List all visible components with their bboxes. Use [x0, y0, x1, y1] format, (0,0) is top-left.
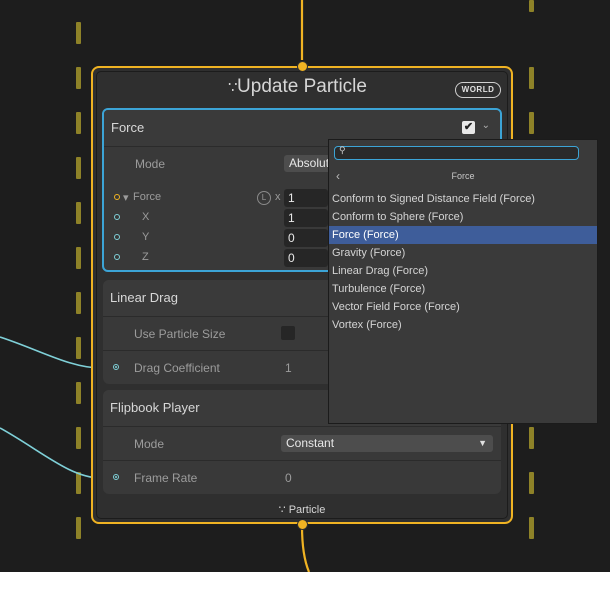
menu-item[interactable]: Vortex (Force) — [329, 316, 597, 334]
x-label: X — [142, 211, 150, 223]
search-input[interactable]: ⚲ — [334, 145, 579, 160]
expand-triangle-icon[interactable]: ▾ — [123, 191, 129, 204]
frame-rate-row: Frame Rate 0 — [103, 460, 501, 494]
menu-list: Conform to Signed Distance Field (Force)… — [329, 190, 597, 334]
force-label: Force — [133, 191, 162, 203]
y-field[interactable]: 0 — [284, 229, 328, 247]
drag-coefficient-value: 1 — [285, 361, 292, 375]
menu-item[interactable]: Conform to Signed Distance Field (Force) — [329, 190, 597, 208]
node-title: Update Particle — [237, 76, 367, 97]
frame-rate-port[interactable] — [113, 474, 119, 480]
particles-icon: ∵ — [278, 504, 289, 516]
x-port[interactable] — [114, 214, 120, 220]
menu-item[interactable]: Vector Field Force (Force) — [329, 298, 597, 316]
mode-label: Mode — [135, 157, 166, 171]
y-label: Y — [142, 231, 150, 243]
search-icon: ⚲ — [339, 145, 346, 155]
use-particle-size-checkbox[interactable] — [281, 326, 295, 340]
space-badge[interactable]: WORLD — [455, 82, 501, 98]
frame-rate-value: 0 — [285, 471, 292, 485]
category-title: Force — [451, 171, 475, 181]
flow-output-port[interactable] — [297, 519, 308, 530]
y-port[interactable] — [114, 234, 120, 240]
block-enabled-checkbox[interactable]: ✔ — [462, 121, 475, 134]
drag-coefficient-label: Drag Coefficient — [134, 361, 220, 375]
x-field[interactable]: 1 — [284, 209, 328, 227]
z-port[interactable] — [114, 254, 120, 260]
use-particle-size-label: Use Particle Size — [134, 327, 226, 341]
dropdown-caret-icon: ▼ — [478, 438, 487, 448]
node-footer: ∵ Particle — [278, 504, 326, 516]
flipbook-mode-select[interactable]: Constant ▼ — [281, 435, 493, 452]
menu-item[interactable]: Gravity (Force) — [329, 244, 597, 262]
chevron-down-icon[interactable]: ⌄ — [482, 120, 490, 131]
z-label: Z — [142, 251, 149, 263]
frame-rate-label: Frame Rate — [134, 471, 198, 485]
category-header: ‹ Force — [329, 165, 597, 189]
block-search-menu[interactable]: ⚲ ‹ Force Conform to Signed Distance Fie… — [328, 139, 598, 424]
menu-item[interactable]: Turbulence (Force) — [329, 280, 597, 298]
local-space-toggle[interactable]: L — [257, 191, 271, 205]
z-field[interactable]: 0 — [284, 249, 328, 267]
force-x-field[interactable]: 1 — [284, 189, 328, 207]
flow-input-port[interactable] — [297, 61, 308, 72]
menu-item[interactable]: Linear Drag (Force) — [329, 262, 597, 280]
flipbook-mode-row: Mode Constant ▼ — [103, 426, 501, 461]
menu-item[interactable]: Conform to Sphere (Force) — [329, 208, 597, 226]
flipbook-mode-label: Mode — [134, 437, 165, 451]
graph-canvas[interactable]: ∵ Update Particle WORLD Force ✔ ⌄ Mode A… — [0, 0, 610, 572]
force-port[interactable] — [114, 194, 120, 200]
menu-item-selected[interactable]: Force (Force) — [329, 226, 597, 244]
drag-coefficient-port[interactable] — [113, 364, 119, 370]
x-prefix: x — [275, 191, 281, 203]
